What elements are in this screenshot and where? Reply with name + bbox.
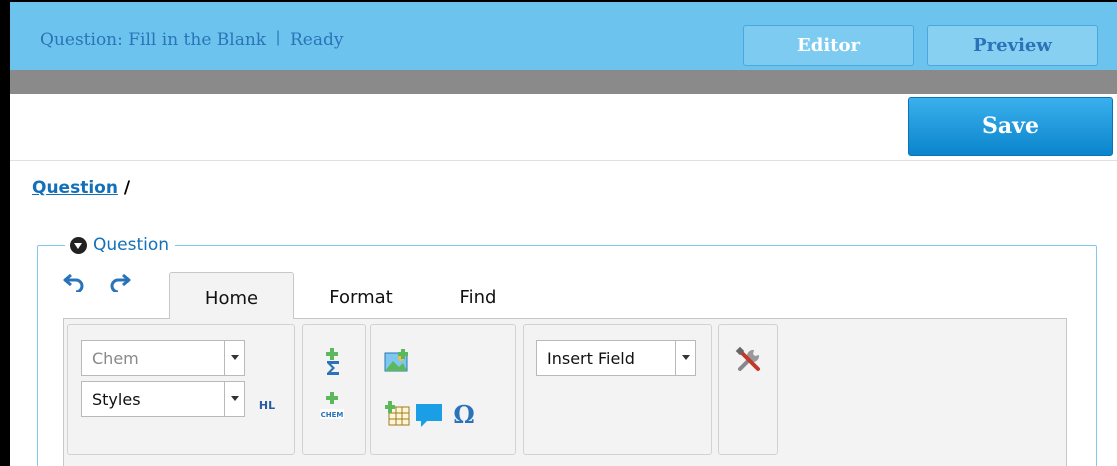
top-header: Question: Fill in the Blank | Ready Edit…	[10, 0, 1117, 70]
collapse-toggle-icon[interactable]	[70, 236, 87, 254]
title-separator: |	[275, 28, 281, 46]
insert-field-value: Insert Field	[547, 349, 635, 368]
ribbon-panel: Chem Styles HL CHEM Ω Insert Field	[63, 319, 1067, 466]
styles-select[interactable]: Styles	[81, 381, 245, 417]
save-button[interactable]: Save	[908, 97, 1113, 156]
question-status: Question: Fill in the Blank | Ready	[40, 28, 344, 50]
tab-home[interactable]: Home	[169, 272, 294, 320]
chem-select[interactable]: Chem	[81, 340, 245, 376]
svg-text:CHEM: CHEM	[321, 411, 344, 419]
chem-select-value: Chem	[92, 349, 139, 368]
redo-icon[interactable]	[108, 272, 132, 297]
sigma-icon[interactable]	[320, 347, 346, 377]
insert-field-select[interactable]: Insert Field	[536, 340, 696, 376]
tab-find[interactable]: Find	[448, 272, 508, 320]
insert-field-group: Insert Field	[523, 324, 712, 455]
breadcrumb-question-link[interactable]: Question	[32, 178, 118, 198]
tab-format[interactable]: Format	[321, 272, 401, 320]
tools-icon[interactable]	[734, 345, 764, 375]
chevron-down-icon	[675, 340, 695, 376]
chevron-down-icon	[224, 381, 244, 417]
preview-button[interactable]: Preview	[927, 25, 1098, 66]
comment-icon[interactable]	[413, 401, 445, 429]
divider-line	[10, 160, 1117, 161]
breadcrumb: Question /	[32, 178, 130, 198]
highlight-button[interactable]: HL	[254, 395, 280, 415]
styles-select-value: Styles	[92, 390, 141, 409]
question-legend[interactable]: Question	[65, 233, 176, 257]
question-title: Question: Fill in the Blank	[40, 30, 267, 50]
ribbon-tab-strip: Home Format Find	[63, 264, 1067, 320]
formula-group: CHEM	[302, 324, 366, 455]
question-legend-label: Question	[93, 235, 170, 255]
insert-media-group: Ω	[370, 324, 516, 455]
editor-window: Question: Fill in the Blank | Ready Edit…	[10, 0, 1117, 466]
status-text: Ready	[290, 30, 344, 50]
editor-button[interactable]: Editor	[743, 25, 914, 66]
omega-icon[interactable]: Ω	[451, 399, 477, 429]
breadcrumb-separator: /	[123, 178, 131, 198]
image-icon[interactable]	[383, 349, 411, 375]
undo-icon[interactable]	[62, 272, 86, 297]
tools-group	[718, 324, 778, 455]
chem-icon[interactable]: CHEM	[317, 391, 347, 427]
table-icon[interactable]	[385, 401, 411, 427]
toolbar-divider	[10, 70, 1117, 94]
style-group: Chem Styles HL	[67, 324, 295, 455]
chevron-down-icon	[224, 340, 244, 376]
